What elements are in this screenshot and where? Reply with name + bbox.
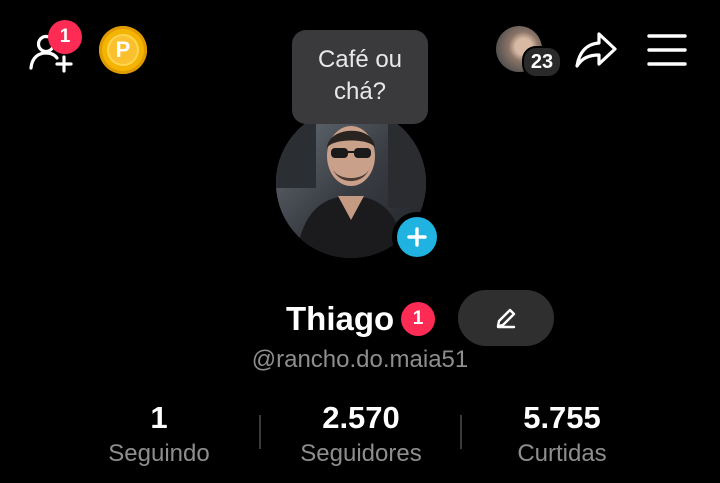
note-text-line-2: chá? [333, 78, 387, 105]
edit-profile-button[interactable] [458, 290, 554, 346]
menu-button[interactable] [646, 30, 688, 70]
pencil-icon [496, 308, 516, 329]
plus-icon [397, 217, 437, 257]
add-photo-button[interactable] [392, 212, 442, 262]
menu-icon [647, 34, 687, 66]
share-icon [575, 32, 617, 68]
profile-name: Thiago [286, 300, 395, 337]
share-button[interactable] [572, 28, 620, 72]
note-bubble[interactable]: Café ou chá? [292, 30, 428, 124]
profile-visitors-button[interactable]: 23 [496, 26, 562, 78]
note-text-line-1: Café ou [317, 46, 403, 73]
profile-handle: @rancho.do.maia51 [251, 346, 469, 373]
coin-button[interactable]: P [99, 26, 147, 74]
followers-label: Seguidores [300, 440, 422, 467]
profile-photo[interactable] [276, 108, 444, 262]
following-count: 1 [150, 400, 168, 435]
visitors-count: 23 [522, 46, 562, 78]
following-stat[interactable]: 1 Seguindo [59, 400, 259, 468]
add-friends-button[interactable]: 1 [26, 20, 82, 74]
likes-count: 5.755 [523, 400, 601, 435]
followers-count: 2.570 [322, 400, 400, 435]
followers-stat[interactable]: 2.570 Seguidores [261, 400, 461, 468]
name-notification-badge: 1 [401, 302, 435, 336]
likes-label: Curtidas [517, 440, 607, 467]
friend-requests-badge: 1 [48, 20, 82, 54]
following-label: Seguindo [108, 440, 210, 467]
coin-icon: P [107, 34, 139, 66]
likes-stat[interactable]: 5.755 Curtidas [462, 400, 662, 468]
